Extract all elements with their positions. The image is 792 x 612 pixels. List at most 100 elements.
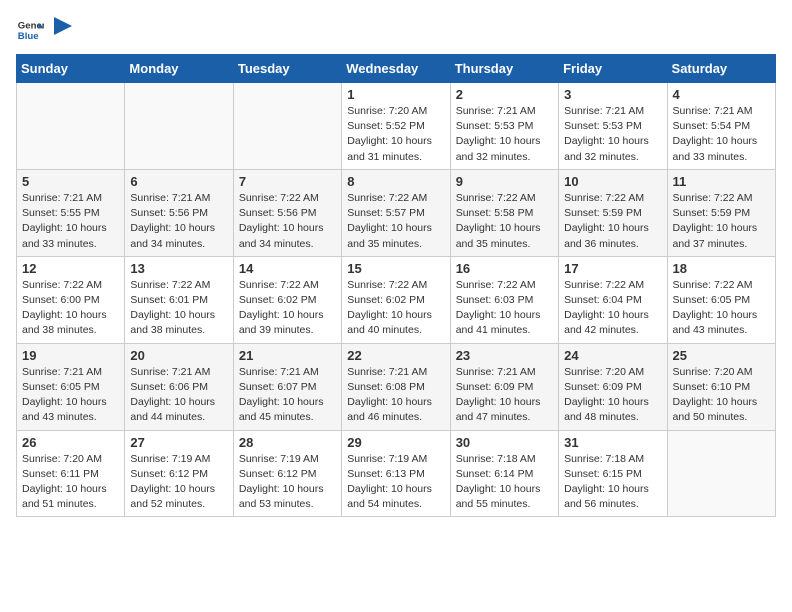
day-info: Sunrise: 7:18 AM Sunset: 6:15 PM Dayligh…: [564, 452, 661, 513]
day-number: 9: [456, 174, 553, 189]
day-info: Sunrise: 7:22 AM Sunset: 6:04 PM Dayligh…: [564, 278, 661, 339]
svg-text:Blue: Blue: [18, 31, 39, 42]
calendar-cell: 3Sunrise: 7:21 AM Sunset: 5:53 PM Daylig…: [559, 83, 667, 170]
day-info: Sunrise: 7:21 AM Sunset: 5:53 PM Dayligh…: [456, 104, 553, 165]
day-number: 14: [239, 261, 336, 276]
day-number: 10: [564, 174, 661, 189]
day-info: Sunrise: 7:22 AM Sunset: 6:02 PM Dayligh…: [239, 278, 336, 339]
day-info: Sunrise: 7:21 AM Sunset: 6:09 PM Dayligh…: [456, 365, 553, 426]
calendar-cell: 29 Sunrise: 7:19 AM Sunset: 6:13 PM Dayli…: [342, 430, 450, 517]
day-info: Sunrise: 7:21 AM Sunset: 5:54 PM Dayligh…: [673, 104, 770, 165]
day-number: 25: [673, 348, 770, 363]
calendar-week-row: 26 Sunrise: 7:20 AM Sunset: 6:11 PM Dayli…: [17, 430, 776, 517]
day-info: Sunrise: 7:22 AM Sunset: 6:02 PM Dayligh…: [347, 278, 444, 339]
day-info: Sunrise: 7:22 AM Sunset: 5:58 PM Dayligh…: [456, 191, 553, 252]
day-info: Sunrise: 7:22 AM Sunset: 5:57 PM Dayligh…: [347, 191, 444, 252]
day-number: 15: [347, 261, 444, 276]
weekday-header-wednesday: Wednesday: [342, 55, 450, 83]
calendar-cell: 17 Sunrise: 7:22 AM Sunset: 6:04 PM Dayli…: [559, 256, 667, 343]
day-number: 21: [239, 348, 336, 363]
weekday-header-monday: Monday: [125, 55, 233, 83]
calendar-week-row: 5 Sunrise: 7:21 AM Sunset: 5:55 PM Daylig…: [17, 169, 776, 256]
day-info: Sunrise: 7:22 AM Sunset: 6:00 PM Dayligh…: [22, 278, 119, 339]
weekday-header-row: SundayMondayTuesdayWednesdayThursdayFrid…: [17, 55, 776, 83]
calendar-cell: 8Sunrise: 7:22 AM Sunset: 5:57 PM Daylig…: [342, 169, 450, 256]
calendar-cell: 27 Sunrise: 7:19 AM Sunset: 6:12 PM Dayli…: [125, 430, 233, 517]
day-number: 23: [456, 348, 553, 363]
day-info: Sunrise: 7:19 AM Sunset: 6:12 PM Dayligh…: [130, 452, 227, 513]
day-number: 7: [239, 174, 336, 189]
day-info: Sunrise: 7:20 AM Sunset: 6:10 PM Dayligh…: [673, 365, 770, 426]
calendar-cell: 26 Sunrise: 7:20 AM Sunset: 6:11 PM Dayli…: [17, 430, 125, 517]
calendar-cell: [667, 430, 775, 517]
day-info: Sunrise: 7:22 AM Sunset: 5:59 PM Dayligh…: [564, 191, 661, 252]
calendar-cell: 23 Sunrise: 7:21 AM Sunset: 6:09 PM Dayli…: [450, 343, 558, 430]
calendar-table: SundayMondayTuesdayWednesdayThursdayFrid…: [16, 54, 776, 517]
calendar-cell: 12 Sunrise: 7:22 AM Sunset: 6:00 PM Dayli…: [17, 256, 125, 343]
day-number: 6: [130, 174, 227, 189]
calendar-cell: [233, 83, 341, 170]
day-number: 18: [673, 261, 770, 276]
day-info: Sunrise: 7:21 AM Sunset: 5:56 PM Dayligh…: [130, 191, 227, 252]
day-number: 30: [456, 435, 553, 450]
day-number: 1: [347, 87, 444, 102]
calendar-header: General Blue: [16, 16, 776, 44]
calendar-cell: 31 Sunrise: 7:18 AM Sunset: 6:15 PM Dayli…: [559, 430, 667, 517]
calendar-cell: [17, 83, 125, 170]
calendar-cell: 16 Sunrise: 7:22 AM Sunset: 6:03 PM Dayli…: [450, 256, 558, 343]
day-info: Sunrise: 7:21 AM Sunset: 6:08 PM Dayligh…: [347, 365, 444, 426]
calendar-cell: 10 Sunrise: 7:22 AM Sunset: 5:59 PM Dayli…: [559, 169, 667, 256]
weekday-header-friday: Friday: [559, 55, 667, 83]
weekday-header-saturday: Saturday: [667, 55, 775, 83]
day-number: 26: [22, 435, 119, 450]
day-number: 31: [564, 435, 661, 450]
calendar-cell: 30 Sunrise: 7:18 AM Sunset: 6:14 PM Dayli…: [450, 430, 558, 517]
calendar-cell: 4 Sunrise: 7:21 AM Sunset: 5:54 PM Daylig…: [667, 83, 775, 170]
day-number: 5: [22, 174, 119, 189]
calendar-cell: 1 Sunrise: 7:20 AM Sunset: 5:52 PM Daylig…: [342, 83, 450, 170]
calendar-cell: 21 Sunrise: 7:21 AM Sunset: 6:07 PM Dayli…: [233, 343, 341, 430]
calendar-cell: 6 Sunrise: 7:21 AM Sunset: 5:56 PM Daylig…: [125, 169, 233, 256]
calendar-cell: 11 Sunrise: 7:22 AM Sunset: 5:59 PM Dayli…: [667, 169, 775, 256]
calendar-cell: 14 Sunrise: 7:22 AM Sunset: 6:02 PM Dayli…: [233, 256, 341, 343]
day-info: Sunrise: 7:21 AM Sunset: 6:07 PM Dayligh…: [239, 365, 336, 426]
day-info: Sunrise: 7:22 AM Sunset: 6:03 PM Dayligh…: [456, 278, 553, 339]
logo-icon: General Blue: [16, 16, 44, 44]
day-number: 11: [673, 174, 770, 189]
day-info: Sunrise: 7:22 AM Sunset: 5:56 PM Dayligh…: [239, 191, 336, 252]
calendar-cell: 15 Sunrise: 7:22 AM Sunset: 6:02 PM Dayli…: [342, 256, 450, 343]
day-info: Sunrise: 7:21 AM Sunset: 6:06 PM Dayligh…: [130, 365, 227, 426]
day-number: 13: [130, 261, 227, 276]
day-info: Sunrise: 7:22 AM Sunset: 5:59 PM Dayligh…: [673, 191, 770, 252]
day-number: 3: [564, 87, 661, 102]
day-number: 17: [564, 261, 661, 276]
weekday-header-sunday: Sunday: [17, 55, 125, 83]
day-number: 27: [130, 435, 227, 450]
weekday-header-thursday: Thursday: [450, 55, 558, 83]
day-number: 24: [564, 348, 661, 363]
calendar-cell: 19Sunrise: 7:21 AM Sunset: 6:05 PM Dayli…: [17, 343, 125, 430]
day-number: 4: [673, 87, 770, 102]
calendar-cell: [125, 83, 233, 170]
day-number: 20: [130, 348, 227, 363]
logo: General Blue: [16, 16, 72, 44]
day-info: Sunrise: 7:20 AM Sunset: 5:52 PM Dayligh…: [347, 104, 444, 165]
day-info: Sunrise: 7:20 AM Sunset: 6:09 PM Dayligh…: [564, 365, 661, 426]
weekday-header-tuesday: Tuesday: [233, 55, 341, 83]
day-info: Sunrise: 7:18 AM Sunset: 6:14 PM Dayligh…: [456, 452, 553, 513]
day-info: Sunrise: 7:19 AM Sunset: 6:13 PM Dayligh…: [347, 452, 444, 513]
day-number: 16: [456, 261, 553, 276]
calendar-cell: 2Sunrise: 7:21 AM Sunset: 5:53 PM Daylig…: [450, 83, 558, 170]
day-number: 12: [22, 261, 119, 276]
calendar-week-row: 19Sunrise: 7:21 AM Sunset: 6:05 PM Dayli…: [17, 343, 776, 430]
day-info: Sunrise: 7:22 AM Sunset: 6:05 PM Dayligh…: [673, 278, 770, 339]
day-info: Sunrise: 7:21 AM Sunset: 5:55 PM Dayligh…: [22, 191, 119, 252]
calendar-week-row: 1 Sunrise: 7:20 AM Sunset: 5:52 PM Daylig…: [17, 83, 776, 170]
calendar-cell: 25 Sunrise: 7:20 AM Sunset: 6:10 PM Dayli…: [667, 343, 775, 430]
day-info: Sunrise: 7:19 AM Sunset: 6:12 PM Dayligh…: [239, 452, 336, 513]
calendar-cell: 13Sunrise: 7:22 AM Sunset: 6:01 PM Dayli…: [125, 256, 233, 343]
day-number: 29: [347, 435, 444, 450]
day-number: 19: [22, 348, 119, 363]
day-info: Sunrise: 7:20 AM Sunset: 6:11 PM Dayligh…: [22, 452, 119, 513]
logo-arrow-icon: [54, 17, 72, 35]
